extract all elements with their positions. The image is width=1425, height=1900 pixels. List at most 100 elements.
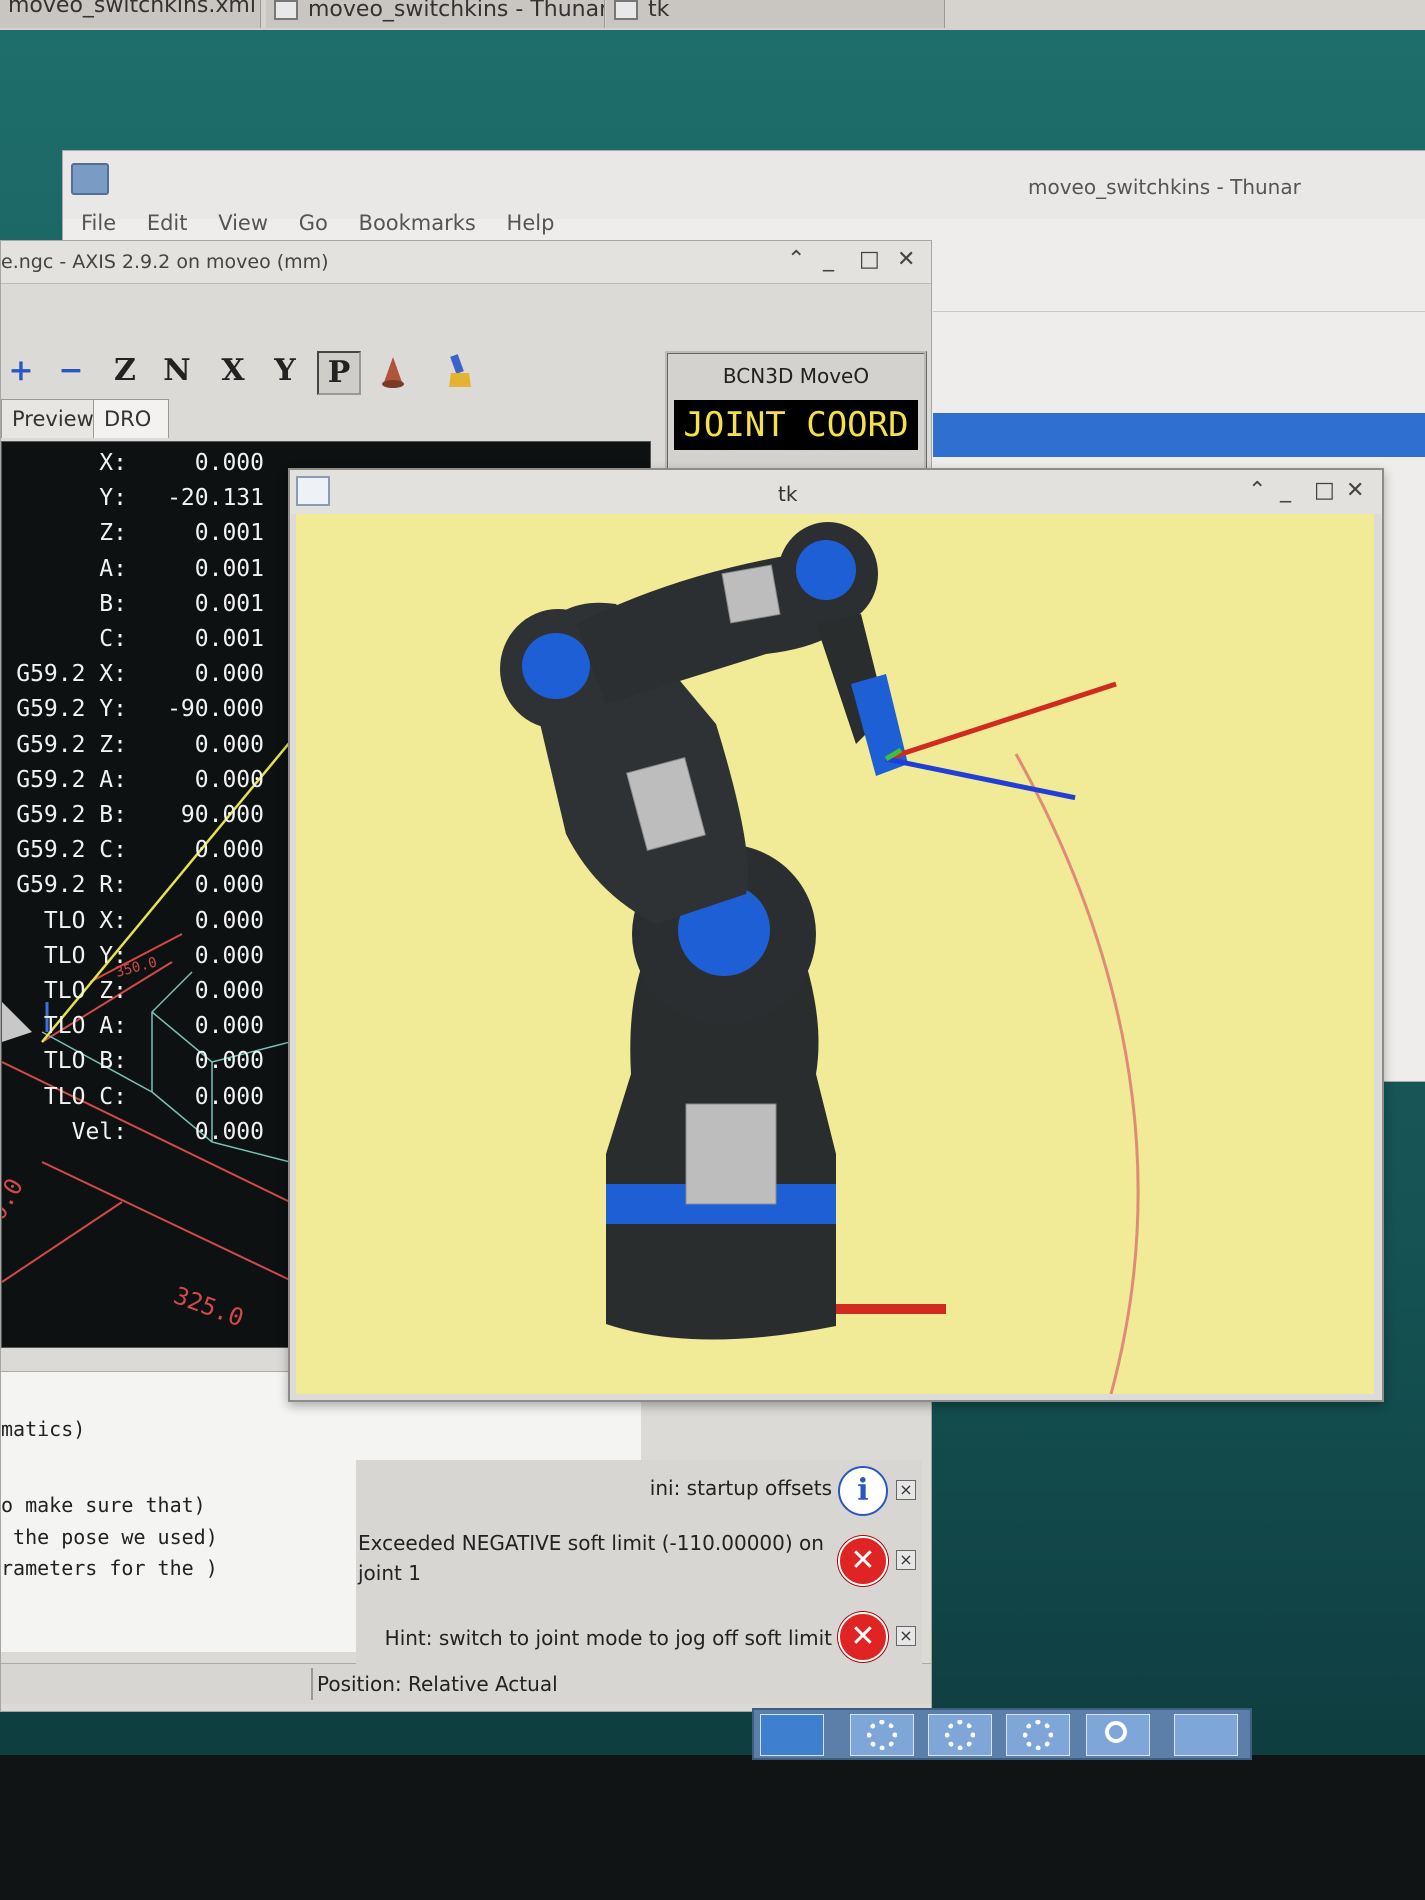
dro-row: A: 0.001: [2, 556, 272, 590]
menu-file[interactable]: File: [81, 211, 116, 235]
maximize-button[interactable]: □: [859, 247, 880, 272]
shade-button[interactable]: ⌃: [787, 247, 805, 272]
dro-label: G59.2 R:: [16, 872, 127, 899]
window-title: e.ngc - AXIS 2.9.2 on moveo (mm): [1, 251, 329, 273]
dro-value: 0.000: [194, 1083, 264, 1110]
dro-row: TLO X: 0.000: [2, 908, 272, 942]
divider: [933, 311, 1425, 312]
dro-row: G59.2 R: 0.000: [2, 872, 272, 906]
window-icon: [614, 0, 638, 20]
task-thunar[interactable]: moveo_switchkins - Thunar: [266, 0, 605, 28]
selected-file-row[interactable]: [933, 413, 1425, 457]
settings-launcher[interactable]: [850, 1714, 914, 1756]
tab-dro[interactable]: DRO: [93, 399, 169, 438]
view-p-button[interactable]: P: [317, 351, 361, 395]
tk-window: tk ⌃ _ □ ✕: [288, 468, 1384, 1402]
notification-error: Exceeded NEGATIVE soft limit (-110.00000…: [356, 1522, 922, 1602]
dro-label: TLO Y:: [43, 942, 127, 969]
dro-row: G59.2 Z: 0.000: [2, 732, 272, 766]
dro-value: 0.000: [194, 766, 264, 793]
dro-value: -90.000: [167, 696, 264, 723]
maximize-button[interactable]: □: [1314, 478, 1335, 503]
menu-bookmarks[interactable]: Bookmarks: [359, 211, 476, 235]
notification-hint: Hint: switch to joint mode to jog off so…: [356, 1602, 922, 1668]
dro-row: TLO C: 0.000: [2, 1084, 272, 1118]
minimize-button[interactable]: _: [823, 247, 834, 272]
dro-value: 0.000: [194, 1118, 264, 1145]
zoom-out-icon[interactable]: −: [51, 351, 91, 391]
tool-cone-icon[interactable]: [373, 351, 413, 391]
dro-label: X:: [99, 450, 127, 476]
dro-row: Y: -20.131: [2, 485, 272, 519]
info-icon: i: [838, 1466, 888, 1516]
robot-arm-model: [500, 522, 1140, 1394]
zoom-in-icon[interactable]: +: [1, 351, 41, 391]
menu-view[interactable]: View: [218, 211, 268, 235]
dro-row: G59.2 C: 0.000: [2, 837, 272, 871]
task-xml-editor[interactable]: moveo_switchkins.xml - /...: [0, 0, 261, 28]
view-y-button[interactable]: Y: [265, 351, 305, 391]
dro-label: Y:: [99, 485, 127, 512]
view-z2-button[interactable]: N: [157, 351, 197, 391]
view-x-button[interactable]: X: [213, 351, 253, 391]
robot-3d-view[interactable]: [296, 514, 1374, 1394]
dro-label: Vel:: [71, 1118, 127, 1145]
settings-launcher[interactable]: [928, 1714, 992, 1756]
close-button[interactable]: ✕: [1346, 478, 1364, 503]
top-taskbar: moveo_switchkins.xml - /... moveo_switch…: [0, 0, 1425, 30]
axis-titlebar[interactable]: e.ngc - AXIS 2.9.2 on moveo (mm) ⌃ _ □ ✕: [1, 241, 931, 284]
task-tk[interactable]: tk: [606, 0, 945, 28]
window-icon: [296, 476, 330, 506]
window-title: moveo_switchkins - Thunar: [1028, 175, 1301, 199]
minimize-button[interactable]: _: [1280, 478, 1291, 503]
window-title: tk: [778, 482, 798, 506]
dro-label: G59.2 A:: [16, 766, 127, 793]
dro-row: X: 0.000: [2, 450, 272, 484]
error-icon: ✕: [838, 1612, 888, 1662]
search-launcher[interactable]: [1086, 1714, 1150, 1756]
dim-label: 0.0: [2, 1173, 29, 1225]
close-icon[interactable]: ×: [896, 1480, 916, 1500]
folder-icon: [274, 0, 298, 20]
dro-label: A:: [99, 555, 127, 582]
menu-edit[interactable]: Edit: [147, 211, 188, 235]
menu-help[interactable]: Help: [507, 211, 555, 235]
notification-text: Exceeded NEGATIVE soft limit (-110.00000…: [358, 1531, 824, 1585]
code-line: the pose we used): [1, 1525, 218, 1549]
shade-button[interactable]: ⌃: [1248, 478, 1266, 503]
thunar-menubar: File Edit View Go Bookmarks Help: [81, 211, 578, 235]
menu-go[interactable]: Go: [299, 211, 328, 235]
gear-icon: [945, 1720, 975, 1750]
tab-preview[interactable]: Preview: [1, 399, 97, 438]
close-icon[interactable]: ×: [896, 1550, 916, 1570]
close-icon[interactable]: ×: [896, 1626, 916, 1646]
dro-row: TLO Z: 0.000: [2, 978, 272, 1012]
thunar-titlebar[interactable]: moveo_switchkins - Thunar: [63, 151, 1425, 219]
dro-label: Z:: [99, 520, 127, 547]
motor-plate: [721, 564, 781, 624]
notification-text: Hint: switch to joint mode to jog off so…: [384, 1626, 832, 1650]
show-desktop-button[interactable]: [760, 1714, 824, 1756]
clear-plot-icon[interactable]: [443, 351, 483, 391]
dro-value: 0.000: [194, 450, 264, 476]
dro-row: G59.2 Y: -90.000: [2, 696, 272, 730]
tool-trajectory: [1014, 753, 1140, 1394]
dro-row: Z: 0.001: [2, 520, 272, 554]
settings-launcher[interactable]: [1006, 1714, 1070, 1756]
dro-value: 0.000: [194, 942, 264, 969]
joint-wrist: [796, 540, 856, 600]
dro-label: G59.2 C:: [16, 837, 127, 864]
tk-titlebar[interactable]: tk ⌃ _ □ ✕: [290, 470, 1382, 514]
status-bar: Position: Relative Actual: [1, 1663, 931, 1704]
code-line: rameters for the ): [1, 1556, 218, 1580]
task-label: moveo_switchkins.xml - /...: [8, 0, 260, 18]
notification-text: ini: startup offsets: [649, 1476, 832, 1500]
folder-launcher[interactable]: [1174, 1714, 1238, 1756]
dro-row: G59.2 X: 0.000: [2, 661, 272, 695]
view-z-button[interactable]: Z: [105, 351, 145, 391]
bottom-panel: [752, 1708, 1252, 1760]
dro-label: TLO X:: [43, 907, 127, 934]
search-icon: [1105, 1721, 1127, 1743]
close-button[interactable]: ✕: [897, 247, 915, 272]
error-icon: ✕: [838, 1536, 888, 1586]
